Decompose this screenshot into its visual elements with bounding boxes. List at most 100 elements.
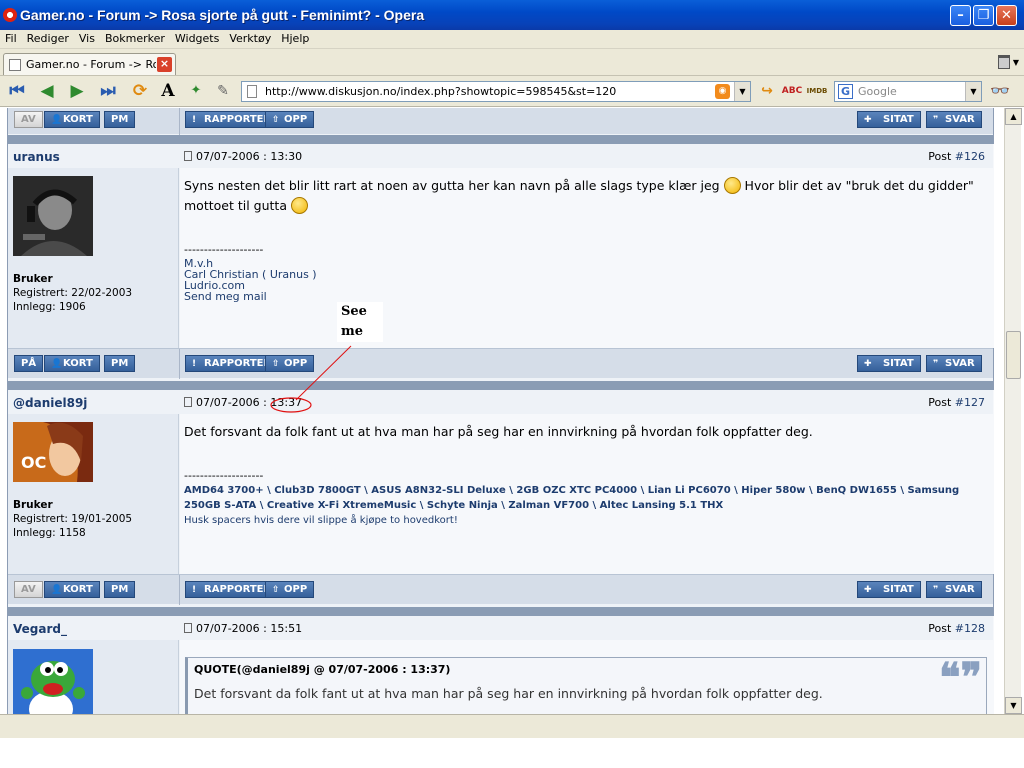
post-author-username[interactable]: Vegard_ (13, 622, 67, 636)
post-127-header: @daniel89j 07/07-2006 : 13:37 Post #127 (8, 390, 993, 414)
page-icon (247, 85, 257, 98)
quote-text: Det forsvant da folk fant ut at hva man … (194, 686, 823, 701)
reload-icon[interactable]: ⟳ (129, 81, 151, 103)
post-author-username[interactable]: @daniel89j (13, 396, 87, 410)
forward-icon[interactable]: ▶ (66, 81, 88, 103)
svg-text:OC: OC (21, 453, 46, 472)
status-bar (0, 714, 1024, 738)
user-icon: 👤 (51, 585, 63, 595)
user-post-count: Innlegg: 1906 (13, 301, 86, 313)
document-icon (184, 397, 192, 407)
imdb-icon[interactable]: IMDB (806, 81, 828, 103)
avatar-uranus[interactable] (13, 176, 93, 256)
document-icon (184, 623, 192, 633)
home-icon[interactable]: A (157, 81, 179, 103)
post-actions-row: AV 👤KORT PM ! RAPPORTER ⇧ OPP ✚ SITAT ❞ SVA… (8, 108, 993, 135)
user-registered: Registrert: 22/02-2003 (13, 287, 133, 299)
glasses-icon[interactable]: 👓 (989, 81, 1011, 103)
pm-button[interactable]: PM (104, 111, 136, 128)
arrow-up-icon: ⇧ (272, 115, 280, 125)
menu-widgets[interactable]: Widgets (170, 30, 224, 45)
menu-rediger[interactable]: Rediger (22, 30, 74, 45)
post-127-author-column (8, 390, 179, 574)
close-button[interactable]: ✕ (996, 5, 1017, 26)
address-bar[interactable]: http://www.diskusjon.no/index.php?showto… (241, 81, 751, 102)
post-number-link[interactable]: #127 (955, 396, 985, 409)
window-title: Gamer.no - Forum -> Rosa sjorte på gutt … (20, 7, 425, 23)
quote-button[interactable]: ✚ SITAT (857, 355, 921, 372)
minimize-button[interactable]: – (950, 5, 971, 26)
fast-forward-icon[interactable]: ⏭ (97, 81, 119, 103)
profile-card-button[interactable]: 👤KORT (44, 111, 100, 128)
quote-button[interactable]: ✚ SITAT (857, 111, 921, 128)
post-127-actions-row: AV 👤KORT PM ! RAPPORTER ⇧ OPP ✚ SITAT ❞ SVA… (8, 574, 993, 605)
post-128-header: Vegard_ 07/07-2006 : 15:51 Post #128 (8, 616, 993, 640)
address-dropdown-icon[interactable]: ▼ (734, 82, 750, 101)
maximize-button[interactable]: ❐ (973, 5, 994, 26)
quote-mark-icon: ❝❞ (938, 654, 982, 701)
document-icon (184, 151, 192, 161)
scroll-up-icon[interactable]: ▲ (1005, 108, 1022, 125)
avatar-daniel89j[interactable]: OC (13, 422, 93, 482)
post-126-userinfo: Bruker Registrert: 22/02-2003 Innlegg: 1… (13, 272, 132, 314)
menu-bokmerker[interactable]: Bokmerker (100, 30, 170, 45)
menu-fil[interactable]: Fil (0, 30, 22, 45)
menu-vis[interactable]: Vis (74, 30, 100, 45)
trash-icon[interactable] (998, 55, 1010, 69)
post-number-link[interactable]: #126 (955, 150, 985, 163)
avatar-vegard[interactable] (13, 649, 93, 714)
post-number-link[interactable]: #128 (955, 622, 985, 635)
back-icon[interactable]: ◀ (36, 81, 58, 103)
search-dropdown-icon[interactable]: ▼ (965, 82, 981, 101)
menu-verktoy[interactable]: Verktøy (224, 30, 276, 45)
share-icon[interactable]: ↪ (756, 81, 778, 103)
plus-icon: ✚ (864, 115, 872, 125)
tab-gamer-forum[interactable]: Gamer.no - Forum -> Ro... × (3, 53, 176, 75)
forum-frame: AV 👤KORT PM ! RAPPORTER ⇧ OPP ✚ SITAT ❞ SVA… (7, 108, 994, 714)
online-badge: PÅ (14, 355, 44, 372)
pm-button[interactable]: PM (104, 581, 136, 598)
annotation-note: See me (337, 302, 383, 342)
signature-mail-link[interactable]: Send meg mail (184, 291, 317, 302)
signature-specs: AMD64 3700+ \ Club3D 7800GT \ ASUS A8N32… (184, 485, 960, 511)
scroll-down-icon[interactable]: ▼ (1005, 697, 1022, 714)
wand-icon[interactable]: ✦ (185, 81, 207, 103)
quote-button[interactable]: ✚ SITAT (857, 581, 921, 598)
up-button[interactable]: ⇧ OPP (265, 355, 315, 372)
signature-note: Husk spacers hvis dere vil slippe å kjøp… (184, 515, 458, 526)
opera-logo-icon (3, 8, 17, 22)
vertical-scrollbar[interactable]: ▲ ▼ (1004, 108, 1022, 714)
post-date: 07/07-2006 : 13:30 (184, 150, 302, 163)
reply-quote-icon: ❞ (933, 359, 939, 369)
up-button[interactable]: ⇧ OPP (265, 581, 315, 598)
pm-button[interactable]: PM (104, 355, 136, 372)
trash-dropdown-icon[interactable]: ▼ (1013, 58, 1019, 67)
post-126-text: Syns nesten det blir litt rart at noen a… (184, 177, 974, 214)
tab-bar: Gamer.no - Forum -> Ro... × ▼ (0, 49, 1024, 76)
post-127-text: Det forsvant da folk fant ut at hva man … (184, 424, 813, 439)
page-content: AV 👤KORT PM ! RAPPORTER ⇧ OPP ✚ SITAT ❞ SVA… (0, 108, 1004, 714)
profile-card-button[interactable]: 👤KORT (44, 581, 100, 598)
reply-button[interactable]: ❞ SVAR (926, 355, 982, 372)
rss-feed-icon[interactable]: ◉ (715, 84, 730, 99)
pen-icon[interactable]: ✎ (212, 81, 234, 103)
post-separator (8, 607, 993, 616)
user-icon: 👤 (51, 359, 63, 369)
user-icon: 👤 (51, 115, 63, 125)
reply-button[interactable]: ❞ SVAR (926, 581, 982, 598)
scroll-thumb[interactable] (1006, 331, 1021, 379)
reply-button[interactable]: ❞ SVAR (926, 111, 982, 128)
opera-window: Gamer.no - Forum -> Rosa sjorte på gutt … (0, 0, 1024, 768)
spellcheck-icon[interactable]: ABC (781, 81, 803, 103)
menu-hjelp[interactable]: Hjelp (276, 30, 314, 45)
plus-icon: ✚ (864, 359, 872, 369)
profile-card-button[interactable]: 👤KORT (44, 355, 100, 372)
tab-close-icon[interactable]: × (157, 57, 172, 72)
up-button[interactable]: ⇧ OPP (265, 111, 315, 128)
post-time-highlight: 13:37 (270, 396, 303, 409)
user-role: Bruker (13, 499, 53, 511)
post-author-username[interactable]: uranus (13, 150, 60, 164)
rewind-icon[interactable]: ⏮ (6, 81, 28, 103)
tongue-smiley-icon (290, 197, 308, 214)
search-box[interactable]: G Google ▼ (834, 81, 982, 102)
